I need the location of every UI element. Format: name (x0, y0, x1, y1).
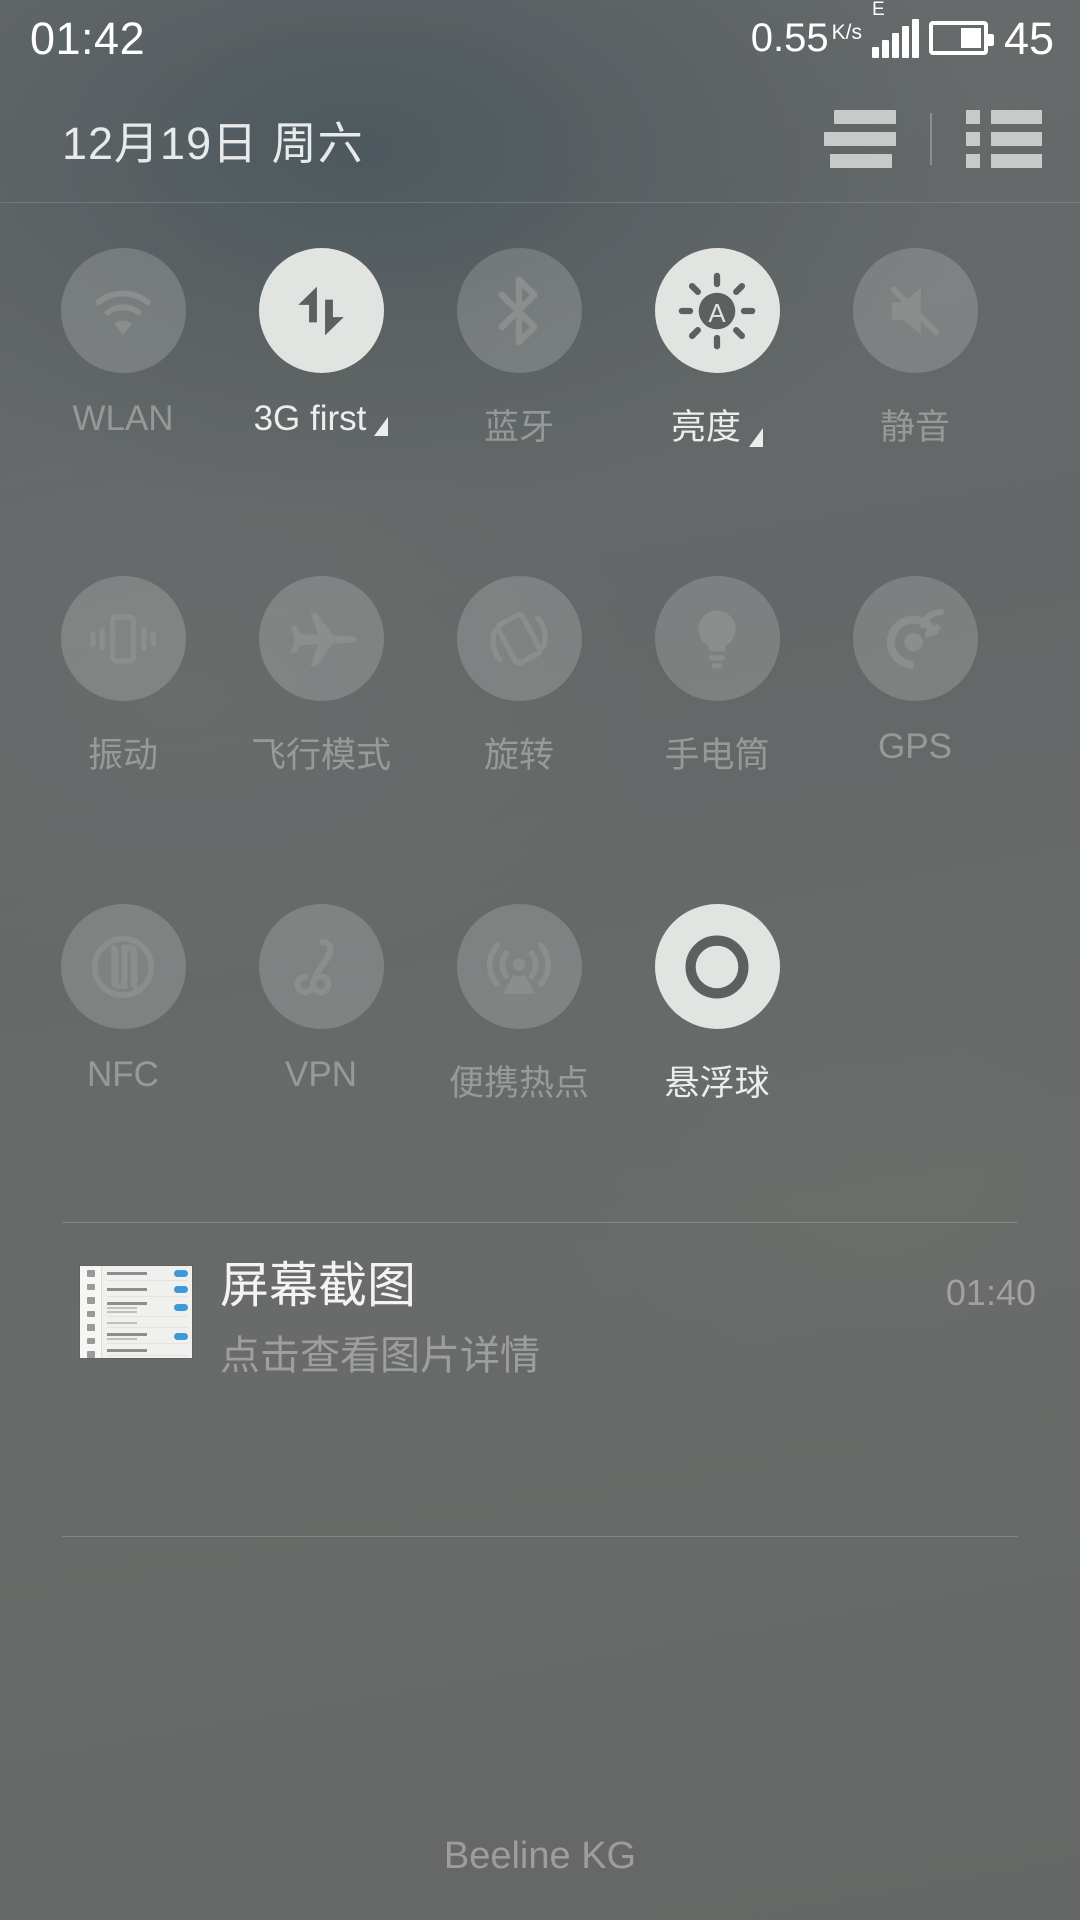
wifi-icon (61, 248, 186, 373)
flashlight-icon (655, 576, 780, 701)
qs-tile-label: 静音 (880, 399, 950, 450)
qs-tile-floating-ball[interactable]: 悬浮球 (618, 904, 816, 1106)
qs-tile-flashlight[interactable]: 手电筒 (618, 576, 816, 778)
qs-tile-label: VPN (285, 1055, 357, 1095)
qs-tile-rotate[interactable]: 旋转 (420, 576, 618, 778)
qs-tile-label: 旋转 (484, 727, 554, 778)
qs-tile-label: 3G first (254, 399, 389, 439)
date-label: 12月19日 周六 (62, 107, 364, 172)
notification-timestamp: 01:40 (946, 1258, 1036, 1314)
status-bar-clock: 01:42 (30, 16, 145, 61)
expand-caret-icon[interactable] (749, 428, 763, 447)
qs-tile-label: NFC (87, 1055, 159, 1095)
nfc-icon (61, 904, 186, 1029)
qs-tile-label: 手电筒 (664, 727, 769, 778)
network-speed-unit: K/s (832, 21, 862, 45)
quick-settings-panel: WLAN 3G first 蓝牙 (0, 203, 1080, 1106)
hotspot-icon (457, 904, 582, 1029)
brightness-auto-icon: A (655, 248, 780, 373)
battery-percent-label: 45 (1004, 16, 1054, 61)
notification-subtitle: 点击查看图片详情 (220, 1323, 946, 1381)
notification-top-divider (62, 1222, 1018, 1223)
rotate-icon (457, 576, 582, 701)
notification-screenshot[interactable]: 屏幕截图 点击查看图片详情 01:40 分享 邮件 删除 (0, 1240, 1080, 1381)
list-icon[interactable] (966, 110, 1042, 168)
signal-bars (872, 19, 919, 58)
carrier-label: Beeline KG (0, 1835, 1080, 1878)
quick-settings-row-3: NFC VPN (24, 904, 1056, 1106)
notification-content-row[interactable]: 屏幕截图 点击查看图片详情 01:40 (0, 1240, 1080, 1381)
qs-tile-label: 蓝牙 (484, 399, 554, 450)
signal-strength-icon: E (872, 19, 919, 58)
shade-header: 12月19日 周六 (0, 76, 1080, 203)
qs-tile-label: 悬浮球 (664, 1055, 769, 1106)
network-type-label: E (872, 0, 885, 19)
floating-ball-icon (655, 904, 780, 1029)
qs-tile-vibrate[interactable]: 振动 (24, 576, 222, 778)
qs-tile-vpn[interactable]: VPN (222, 904, 420, 1106)
battery-icon (929, 21, 988, 55)
expand-caret-icon[interactable] (374, 417, 388, 436)
mute-icon (853, 248, 978, 373)
qs-tile-airplane[interactable]: 飞行模式 (222, 576, 420, 778)
qs-tile-mute[interactable]: 静音 (816, 248, 1014, 450)
qs-tile-hotspot[interactable]: 便携热点 (420, 904, 618, 1106)
qs-tile-empty (816, 904, 1014, 1106)
airplane-icon (259, 576, 384, 701)
header-icon-group (824, 110, 1042, 168)
qs-tile-label: GPS (878, 727, 952, 767)
vibrate-icon (61, 576, 186, 701)
hamburger-icon[interactable] (824, 110, 896, 168)
qs-tile-label: 振动 (88, 727, 158, 778)
status-bar-right-group: 0.55 K/s E 45 (751, 16, 1054, 61)
screenshot-thumbnail (80, 1266, 192, 1358)
qs-tile-label: 便携热点 (449, 1055, 589, 1106)
quick-settings-row-1: WLAN 3G first 蓝牙 (24, 248, 1056, 450)
qs-tile-wlan[interactable]: WLAN (24, 248, 222, 450)
qs-tile-brightness[interactable]: A 亮度 (618, 248, 816, 450)
qs-tile-label: WLAN (72, 399, 173, 439)
network-speed-value: 0.55 (751, 16, 829, 61)
qs-tile-nfc[interactable]: NFC (24, 904, 222, 1106)
gps-icon (853, 576, 978, 701)
qs-tile-label: 飞行模式 (251, 727, 391, 778)
quick-settings-row-2: 振动 飞行模式 旋转 (24, 576, 1056, 778)
mobile-data-icon (259, 248, 384, 373)
notification-text-block: 屏幕截图 点击查看图片详情 (192, 1258, 946, 1381)
qs-tile-mobile-data[interactable]: 3G first (222, 248, 420, 450)
header-divider (930, 113, 932, 165)
status-bar: 01:42 0.55 K/s E 45 (0, 0, 1080, 76)
qs-tile-gps[interactable]: GPS (816, 576, 1014, 778)
vpn-icon (259, 904, 384, 1029)
bluetooth-icon (457, 248, 582, 373)
qs-tile-bluetooth[interactable]: 蓝牙 (420, 248, 618, 450)
network-speed-indicator: 0.55 K/s (751, 16, 862, 61)
notification-bottom-divider (62, 1536, 1018, 1537)
notification-title: 屏幕截图 (220, 1258, 946, 1315)
qs-tile-label: 亮度 (671, 399, 763, 450)
svg-text:A: A (708, 299, 726, 327)
